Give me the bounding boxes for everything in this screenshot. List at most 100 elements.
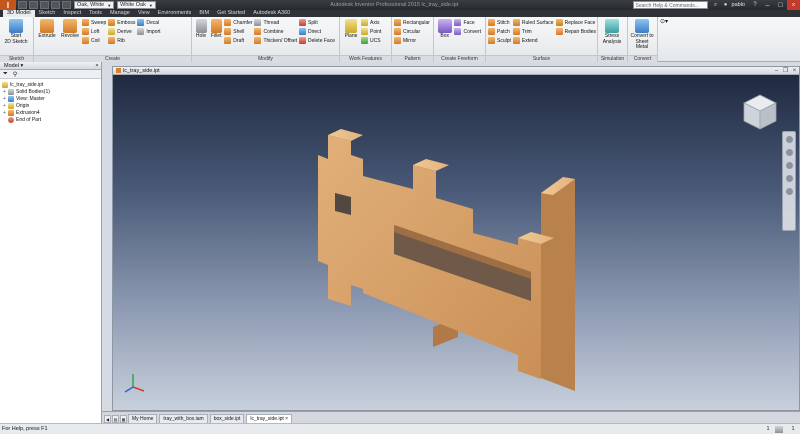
minimize-button[interactable]: – [761, 0, 774, 10]
part-file-icon [116, 68, 121, 73]
tab-my-home[interactable]: My Home [128, 414, 158, 423]
user-icon[interactable]: ● [722, 1, 730, 9]
tab-label: lc_tray_side.ipt [250, 416, 284, 422]
viewcube-icon[interactable] [741, 93, 779, 133]
decal-label: Decal [146, 19, 160, 26]
find-icon[interactable]: ⚲ [13, 71, 17, 78]
tree-item-solid-bodies[interactable]: + Solid Bodies(1) [2, 88, 101, 95]
undo-icon[interactable] [51, 1, 60, 9]
trim-button[interactable]: Trim [512, 27, 554, 36]
repair-bodies-button[interactable]: Repair Bodies [555, 27, 596, 36]
delete-face-button[interactable]: Delete Face [299, 36, 335, 45]
tab-box-side[interactable]: box_side.ipt [209, 414, 245, 423]
open-file-icon[interactable] [29, 1, 38, 9]
rectangular-pattern-button[interactable]: Rectangular [394, 18, 430, 27]
tree-item-origin[interactable]: + Origin [2, 102, 101, 109]
face-button[interactable]: Face [454, 18, 481, 27]
browser-toolbar: ⏷ ⚲ [0, 70, 101, 79]
tab-list-icon[interactable]: ▤ [112, 415, 119, 423]
stitch-button[interactable]: Stitch [488, 18, 511, 27]
shell-icon [224, 28, 232, 35]
help-search-input[interactable]: Search Help & Commands... [632, 1, 708, 9]
coil-button[interactable]: Coil [82, 36, 106, 45]
direct-button[interactable]: Direct [299, 27, 335, 36]
tab-tile-icon[interactable]: ▦ [120, 415, 127, 423]
tab-3d-model[interactable]: 3D Model [3, 10, 35, 17]
tree-item-end-of-part[interactable]: End of Part [2, 116, 101, 123]
tray-side-part-model[interactable] [113, 75, 799, 410]
document-tabs: ◀ ▤ ▦ My Home tray_with_box.iam box_side… [102, 411, 800, 423]
point-button[interactable]: Point [361, 27, 381, 36]
new-file-icon[interactable] [18, 1, 27, 9]
view-icon [8, 95, 14, 102]
sweep-button[interactable]: Sweep [82, 18, 106, 27]
graphics-viewport[interactable] [113, 75, 799, 410]
binoculars-icon[interactable]: ⌕ [712, 1, 720, 9]
axis-button[interactable]: Axis [361, 18, 381, 27]
tab-scroll-left-icon[interactable]: ◀ [104, 415, 111, 423]
replace-face-button[interactable]: Replace Face [555, 18, 596, 27]
help-icon[interactable]: ? [751, 1, 759, 9]
browser-title[interactable]: Model ▾ [4, 62, 23, 69]
thicken-offset-button[interactable]: Thicken/ Offset [254, 36, 297, 45]
model-tree: lc_tray_side.ipt + Solid Bodies(1) + View:… [0, 79, 101, 123]
shell-button[interactable]: Shell [224, 27, 252, 36]
minimize-button[interactable]: – [772, 68, 781, 74]
ruled-surface-button[interactable]: Ruled Surface [512, 18, 554, 27]
close-icon[interactable]: × [285, 416, 288, 422]
tab-get-started[interactable]: Get Started [213, 10, 249, 17]
filter-icon[interactable]: ⏷ [3, 71, 8, 78]
tab-lc-tray-side[interactable]: lc_tray_side.ipt × [246, 414, 293, 423]
tab-autodesk-a360[interactable]: Autodesk A360 [249, 10, 294, 17]
tree-item-view[interactable]: + View: Master [2, 95, 101, 102]
application-menu-button[interactable]: I [0, 0, 16, 10]
restore-button[interactable]: ❐ [781, 67, 790, 74]
chamfer-button[interactable]: Chamfer [224, 18, 252, 27]
tree-item-extrusion[interactable]: + Extrusion4 [2, 109, 101, 116]
rib-button[interactable]: Rib [108, 36, 135, 45]
emboss-button[interactable]: Emboss [108, 18, 135, 27]
decal-button[interactable]: Decal [137, 18, 160, 27]
circular-pattern-button[interactable]: Circular [394, 27, 430, 36]
tab-sketch[interactable]: Sketch [35, 10, 60, 17]
split-button[interactable]: Split [299, 18, 335, 27]
close-icon[interactable]: × [93, 62, 101, 69]
tab-tools[interactable]: Tools [85, 10, 106, 17]
loft-button[interactable]: Loft [82, 27, 106, 36]
import-button[interactable]: Import [137, 27, 161, 36]
user-name[interactable]: pablo [732, 2, 745, 8]
material-select[interactable]: Oak, White ▼ [74, 1, 115, 9]
orbit-icon[interactable] [785, 175, 793, 182]
ucs-button[interactable]: UCS [361, 36, 381, 45]
zoom-icon[interactable] [785, 162, 793, 169]
thread-button[interactable]: Thread [254, 18, 297, 27]
tab-view[interactable]: View [134, 10, 154, 17]
sculpt-button[interactable]: Sculpt [488, 36, 511, 45]
derive-button[interactable]: Derive [108, 27, 135, 36]
maximize-button[interactable]: □ [774, 0, 787, 10]
save-icon[interactable] [40, 1, 49, 9]
tab-inspect[interactable]: Inspect [59, 10, 85, 17]
close-button[interactable]: × [790, 68, 799, 74]
pattern-group-label: Pattern [392, 55, 433, 62]
ribbon-options[interactable]: ⊙▾ [658, 17, 672, 62]
close-button[interactable]: × [787, 0, 800, 10]
redo-icon[interactable] [62, 1, 71, 9]
tab-environments[interactable]: Environments [154, 10, 196, 17]
rib-icon [108, 37, 116, 44]
pan-icon[interactable] [785, 149, 793, 156]
tree-item-part[interactable]: lc_tray_side.ipt [2, 81, 101, 88]
patch-button[interactable]: Patch [488, 27, 511, 36]
mirror-button[interactable]: Mirror [394, 36, 430, 45]
tab-manage[interactable]: Manage [106, 10, 134, 17]
combine-button[interactable]: Combine [254, 27, 297, 36]
extrude-icon [40, 19, 54, 33]
appearance-select[interactable]: White Oak ▼ [117, 1, 156, 9]
convert-button[interactable]: Convert [454, 27, 481, 36]
draft-button[interactable]: Draft [224, 36, 252, 45]
tab-tray-with-box[interactable]: tray_with_box.iam [159, 414, 208, 423]
extend-button[interactable]: Extend [512, 36, 554, 45]
tab-bim[interactable]: BIM [195, 10, 213, 17]
look-at-icon[interactable] [785, 188, 793, 195]
steering-wheel-icon[interactable] [785, 136, 793, 143]
